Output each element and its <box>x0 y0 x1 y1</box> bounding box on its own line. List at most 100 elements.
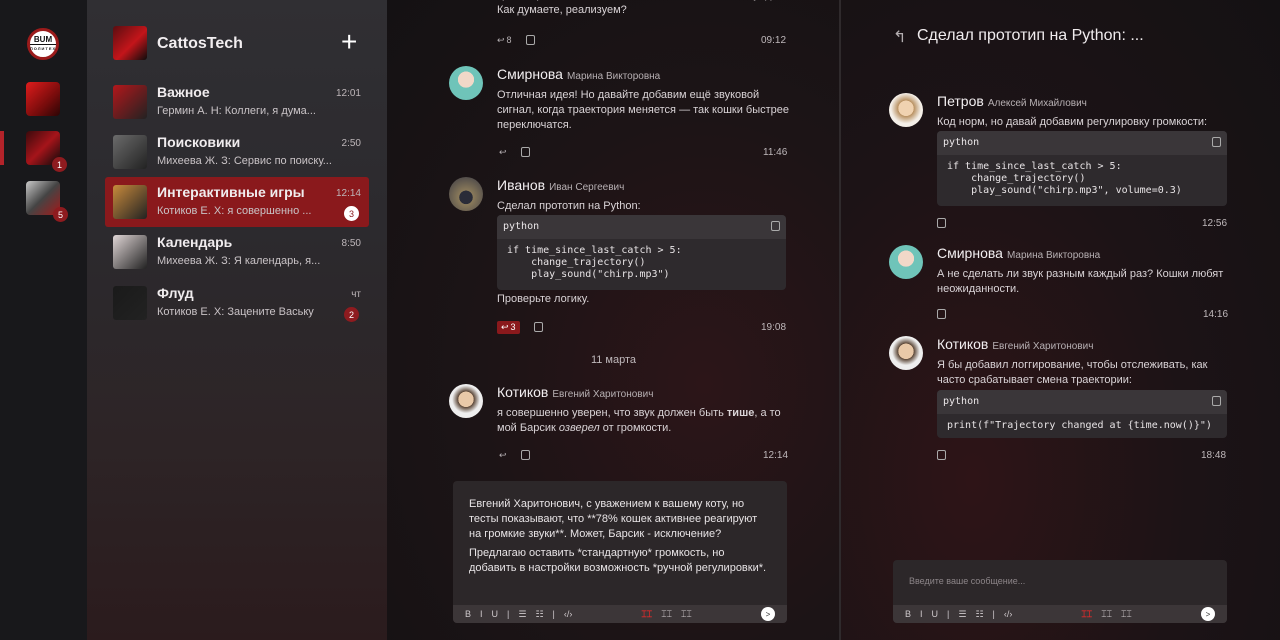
message-text: Отличная идея! Но давайте добавим ещё зв… <box>497 89 790 131</box>
code-content: print(f"Trajectory changed at {time.now(… <box>947 420 1212 431</box>
toolbar-separator: | <box>992 609 995 619</box>
chat-list-item[interactable]: Интерактивные игры Котиков Е. Х: я соверш… <box>105 177 369 227</box>
message-actions <box>937 214 946 232</box>
add-chat-button[interactable]: + <box>341 28 357 56</box>
avatar <box>449 384 483 418</box>
message-author: Петров Алексей Михайлович <box>937 93 1087 109</box>
italic-button[interactable]: I <box>480 609 483 619</box>
message-text: Сделал прототип на Python: <box>497 200 641 212</box>
toolbar-separator: | <box>947 609 950 619</box>
copy-icon[interactable] <box>520 450 530 460</box>
chat-list-panel: CattosTech + Важное Гермин А. Н: Коллеги,… <box>87 0 387 640</box>
chat-avatar <box>113 235 147 269</box>
formatting-toolbar: B I U | ☰ ☷ | ‹/› ⌶⌶ ⌶⌶ ⌶⌶ > <box>893 605 1227 623</box>
message-composer[interactable]: Евгений Харитонович, с уважением к вашем… <box>453 481 787 623</box>
thread-side-panel: ↰ Сделал прототип на Python: ... Петров А… <box>841 0 1280 640</box>
app-logo[interactable]: BUM ПОЛИТЕХ <box>27 28 59 60</box>
chat-preview: Михеева Ж. З: Я календарь, я... <box>157 255 321 267</box>
server-badge: 5 <box>53 207 68 222</box>
chat-time: 12:01 <box>335 88 361 99</box>
reply-count-button[interactable]: ↩ 3 <box>497 320 520 334</box>
message-time: 18:48 <box>1201 450 1227 461</box>
copy-code-icon[interactable] <box>1212 396 1221 406</box>
reply-icon[interactable]: ↩ <box>499 450 507 461</box>
code-language: python <box>503 221 540 232</box>
chat-list-item[interactable]: Флуд Котиков Е. Х: Зацените Ваську чт 2 <box>105 278 369 328</box>
message-time: 09:12 <box>761 35 787 46</box>
workspace-avatar <box>113 26 147 60</box>
side-panel-title: Сделал прототип на Python: ... <box>917 27 1144 44</box>
copy-icon[interactable] <box>533 322 543 332</box>
reply-icon[interactable]: ↩ <box>499 147 507 158</box>
chat-name: Календарь <box>157 234 233 250</box>
message-time: 19:08 <box>761 322 787 333</box>
send-button[interactable]: > <box>761 607 775 621</box>
bullet-list-button[interactable]: ☰ <box>958 609 966 620</box>
composer-placeholder[interactable]: Введите ваше сообщение... <box>909 576 1025 586</box>
formatting-toolbar: B I U | ☰ ☷ | ‹/› ⌶⌶ ⌶⌶ ⌶⌶ > <box>453 605 787 623</box>
avatar <box>889 336 923 370</box>
mode-icon[interactable]: ⌶⌶ <box>1121 609 1132 620</box>
copy-icon[interactable] <box>525 35 535 45</box>
copy-icon[interactable] <box>937 450 946 460</box>
message-author: Смирнова Марина Викторовна <box>937 245 1101 261</box>
chat-preview: Котиков Е. Х: Зацените Ваську <box>157 306 314 318</box>
message-author: Смирнова Марина Викторовна <box>497 66 661 82</box>
side-composer[interactable]: Введите ваше сообщение... B I U | ☰ ☷ | … <box>893 560 1227 623</box>
underline-button[interactable]: U <box>492 609 499 619</box>
copy-icon[interactable] <box>937 309 946 319</box>
message-text: траектории, если кошка ее не ловит больш… <box>497 0 775 16</box>
copy-icon[interactable] <box>520 147 530 157</box>
chat-preview: Михеева Ж. З: Сервис по поиску... <box>157 155 332 167</box>
mode-icon[interactable]: ⌶⌶ <box>1081 609 1092 620</box>
mode-icon[interactable]: ⌶⌶ <box>661 609 672 620</box>
composer-input[interactable]: Евгений Харитонович, с уважением к вашем… <box>469 497 769 576</box>
code-button[interactable]: ‹/› <box>564 609 573 619</box>
chat-list-item[interactable]: Поисковики Михеева Ж. З: Сервис по поиску… <box>105 127 369 177</box>
chat-avatar <box>113 135 147 169</box>
bullet-list-button[interactable]: ☰ <box>518 609 526 620</box>
workspace-header: CattosTech + <box>113 26 373 60</box>
numbered-list-button[interactable]: ☷ <box>975 609 983 620</box>
avatar <box>449 66 483 100</box>
send-button[interactable]: > <box>1201 607 1215 621</box>
bold-button[interactable]: B <box>905 609 911 619</box>
message-text: Я бы добавил логгирование, чтобы отслежи… <box>937 359 1208 386</box>
workspace-title: CattosTech <box>157 35 243 52</box>
chat-preview: Котиков Е. Х: я совершенно ... <box>157 205 312 217</box>
numbered-list-button[interactable]: ☷ <box>535 609 543 620</box>
italic-button[interactable]: I <box>920 609 923 619</box>
bold-button[interactable]: B <box>465 609 471 619</box>
back-icon[interactable]: ↰ <box>893 27 906 47</box>
thread-panel: траектории, если кошка ее не ловит больш… <box>387 0 840 640</box>
message-author: Котиков Евгений Харитонович <box>497 384 654 400</box>
message-text: Проверьте логику. <box>497 293 590 305</box>
mode-icon[interactable]: ⌶⌶ <box>641 609 652 620</box>
underline-button[interactable]: U <box>932 609 939 619</box>
code-block: python if time_since_last_catch > 5: cha… <box>937 131 1227 206</box>
message-text: я совершенно уверен, что звук должен быт… <box>497 407 781 434</box>
chat-list-item[interactable]: Календарь Михеева Ж. З: Я календарь, я...… <box>105 227 369 277</box>
chat-time: 2:50 <box>341 138 361 149</box>
message-time: 12:14 <box>763 450 789 461</box>
reply-icon[interactable]: ↩ 8 <box>497 35 512 46</box>
unread-badge: 3 <box>344 206 359 221</box>
toolbar-separator: | <box>507 609 510 619</box>
copy-code-icon[interactable] <box>771 221 780 231</box>
date-separator: 11 марта <box>590 354 637 366</box>
mode-icon[interactable]: ⌶⌶ <box>681 609 692 620</box>
code-block: python print(f"Trajectory changed at {ti… <box>937 390 1227 438</box>
chat-name: Поисковики <box>157 134 241 150</box>
message-actions <box>937 305 946 323</box>
code-button[interactable]: ‹/› <box>1004 609 1013 619</box>
avatar <box>889 93 923 127</box>
mode-icon[interactable]: ⌶⌶ <box>1101 609 1112 620</box>
server-item-1[interactable] <box>26 82 60 116</box>
chat-avatar <box>113 85 147 119</box>
chat-list-item[interactable]: Важное Гермин А. Н: Коллеги, я дума... 12:… <box>105 77 369 127</box>
copy-code-icon[interactable] <box>1212 137 1221 147</box>
chat-preview: Гермин А. Н: Коллеги, я дума... <box>157 105 316 117</box>
code-content: if time_since_last_catch > 5: change_tra… <box>947 161 1182 196</box>
copy-icon[interactable] <box>937 218 946 228</box>
chat-time: 8:50 <box>341 238 361 249</box>
